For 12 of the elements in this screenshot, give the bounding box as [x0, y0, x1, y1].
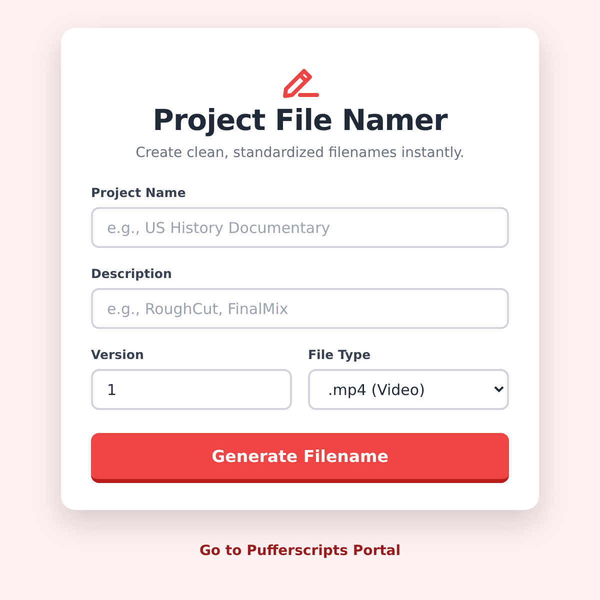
text-field[interactable]: e.g., US History Documentary: [91, 207, 509, 248]
generate-button[interactable]: Generate Filename: [91, 433, 509, 483]
file-type-dropdown[interactable]: .mp4 (Video): [308, 369, 509, 410]
text-field[interactable]: e.g., RoughCut, FinalMix: [91, 288, 509, 329]
field-label: File Type: [308, 347, 372, 362]
portal-link[interactable]: Go to Pufferscripts Portal: [199, 543, 401, 559]
field-label: Version: [91, 347, 145, 362]
subtitle: Create clean, standardized filenames instantly.: [136, 145, 464, 161]
app-title: Project File Namer: [152, 103, 448, 137]
field-label: Project Name: [91, 185, 187, 200]
version-field[interactable]: 1: [91, 369, 292, 410]
field-label: Description: [91, 266, 173, 281]
